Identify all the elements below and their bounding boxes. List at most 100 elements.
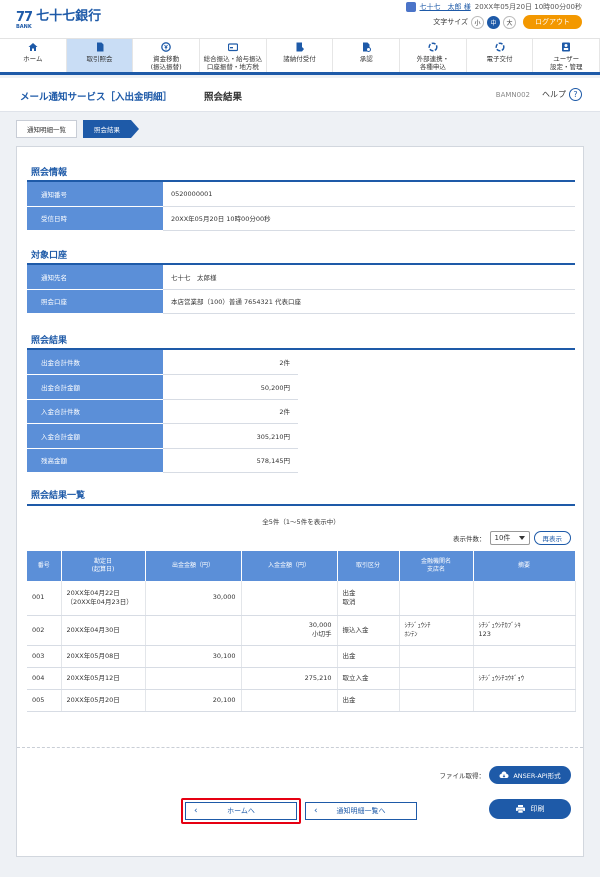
nav-label: 取引照会 (86, 55, 113, 63)
notice-list-button[interactable]: ‹ 通知明細一覧へ (305, 802, 417, 820)
cell-memo (473, 689, 576, 712)
breadcrumb-current: 照会結果 (83, 120, 139, 138)
font-size-controls: 文字サイズ 小 中 大 ログアウト (433, 15, 582, 29)
per-page-select[interactable]: 10件 (489, 531, 530, 545)
table-row: 003 20XX年05月08日 30,100 出金 (27, 645, 576, 668)
yen-icon (161, 42, 172, 52)
cell-memo (473, 645, 576, 668)
cell-deposit (241, 645, 338, 668)
table-header-row: 番号 勘定日 (起算日) 出金金額（円） 入金金額（円） 取引区分 金融機関名 … (27, 551, 576, 581)
label-deposit-total: 入金合計金額 (27, 423, 163, 449)
link-icon (428, 42, 438, 52)
result-count: 全5件（1～5件を表示中） (262, 518, 340, 526)
col-header-bank: 金融機関名 支店名 (399, 551, 474, 581)
cell-withdrawal: 30,100 (145, 645, 242, 668)
printer-icon (515, 805, 525, 813)
nav-label: 承認 (359, 55, 373, 63)
user-name[interactable]: 七十七 太郎 様 (420, 2, 471, 12)
cell-bank (399, 689, 474, 712)
link-icon (494, 42, 505, 52)
nav-home[interactable]: ホーム (0, 39, 67, 72)
nav-label: 諸納付受付 (283, 55, 316, 63)
cloud-download-icon (499, 771, 509, 778)
document-icon (95, 42, 105, 52)
approve-icon (361, 42, 372, 52)
cell-number: 001 (27, 581, 62, 616)
cell-type: 出金 取消 (337, 581, 400, 616)
value-deposit-count: 2件 (163, 399, 298, 424)
section-divider (27, 504, 575, 506)
cell-bank (399, 667, 474, 690)
cell-withdrawal (145, 615, 242, 646)
label-withdrawal-total: 出金合計金額 (27, 374, 163, 400)
col-header-date: 勘定日 (起算日) (61, 551, 146, 581)
cell-withdrawal: 30,000 (145, 581, 242, 616)
per-page-value: 10件 (494, 534, 511, 542)
user-settings-icon (561, 42, 571, 52)
global-nav: ホーム 取引照会 資金移動 (振込振替) 総合振込・給与振込 口座振替・地方税 … (0, 38, 600, 75)
nav-label: 外部連携・ 各種申込 (416, 55, 450, 71)
section-title-results: 照会結果 (31, 336, 68, 346)
cell-number: 002 (27, 615, 62, 646)
font-size-label: 文字サイズ (433, 18, 468, 26)
cell-date: 20XX年05月20日 (61, 689, 146, 712)
nav-label: 電子交付 (486, 55, 513, 63)
nav-external-link[interactable]: 外部連携・ 各種申込 (400, 39, 467, 72)
screen-code: BAMN002 (495, 91, 530, 99)
value-deposit-total: 305,210円 (163, 423, 298, 449)
logout-button[interactable]: ログアウト (523, 15, 582, 29)
cell-bank: ｼﾁｼﾞｭｳｼﾁ ﾎﾝﾃﾝ (399, 615, 474, 646)
nav-bulk-transfer[interactable]: 総合振込・給与振込 口座振替・地方税 (200, 39, 267, 72)
cell-date: 20XX年05月12日 (61, 667, 146, 690)
nav-label: 総合振込・給与振込 口座振替・地方税 (203, 55, 263, 71)
cell-date: 20XX年04月30日 (61, 615, 146, 646)
nav-funds-transfer[interactable]: 資金移動 (振込振替) (133, 39, 201, 72)
file-download-label: ファイル取得： (439, 772, 486, 780)
cell-number: 003 (27, 645, 62, 668)
nav-label: 資金移動 (振込振替) (150, 55, 182, 71)
font-size-small-button[interactable]: 小 (471, 15, 484, 29)
table-row: 001 20XX年04月22日 （20XX年04月23日） 30,000 出金 … (27, 581, 576, 616)
label-notice-number: 通知番号 (27, 182, 163, 207)
home-button-label: ホームへ (227, 807, 255, 815)
col-header-number: 番号 (27, 551, 62, 581)
table-row: 002 20XX年04月30日 30,000 小切手 振込入金 ｼﾁｼﾞｭｳｼﾁ… (27, 615, 576, 646)
anser-api-download-button[interactable]: ANSER-API形式 (489, 766, 571, 784)
cell-deposit (241, 689, 338, 712)
cell-number: 004 (27, 667, 62, 690)
col-header-deposit: 入金金額（円） (241, 551, 338, 581)
logo-mark: 77 (16, 10, 33, 25)
nav-e-delivery[interactable]: 電子交付 (467, 39, 534, 72)
cell-date: 20XX年04月22日 （20XX年04月23日） (61, 581, 146, 616)
value-account: 本店営業部（100）普通 7654321 代表口座 (163, 289, 575, 314)
chevron-left-icon: ‹ (314, 806, 318, 816)
logo-bank-text: BANK (16, 24, 32, 30)
font-size-large-button[interactable]: 大 (503, 15, 516, 29)
value-recipient: 七十七 太郎様 (163, 265, 575, 290)
breadcrumb-notice-list[interactable]: 通知明細一覧 (16, 120, 77, 138)
cell-number: 005 (27, 689, 62, 712)
cell-type: 出金 (337, 645, 400, 668)
per-page-label: 表示件数： (453, 535, 486, 543)
font-size-medium-button[interactable]: 中 (487, 15, 500, 29)
nav-approval[interactable]: 承認 (333, 39, 401, 72)
col-header-type: 取引区分 (337, 551, 400, 581)
title-bar: メール通知サービス［入出金明細］ 照会結果 BAMN002 ヘルプ ? (0, 78, 600, 112)
label-withdrawal-count: 出金合計件数 (27, 350, 163, 375)
redisplay-button[interactable]: 再表示 (533, 531, 571, 545)
nav-payments[interactable]: 諸納付受付 (267, 39, 334, 72)
section-title-inquiry-info: 照会情報 (31, 168, 68, 178)
nav-transactions[interactable]: 取引照会 (66, 39, 134, 72)
label-deposit-count: 入金合計件数 (27, 399, 163, 424)
cell-memo: ｼﾁｼﾞｭｳｼﾁｶﾌﾞｼｷ 123 (473, 615, 576, 646)
nav-user-settings[interactable]: ユーザー 設定・管理 (533, 39, 600, 72)
cell-type: 取立入金 (337, 667, 400, 690)
section-title-result-list: 照会結果一覧 (31, 491, 86, 501)
home-button[interactable]: ‹ ホームへ (185, 802, 297, 820)
main-panel: 照会情報 通知番号 0520000001 受信日時 20XX年05月20日 10時0… (16, 146, 584, 857)
bank-logo[interactable]: 77 BANK 七十七銀行 (16, 10, 101, 31)
help-link[interactable]: ヘルプ ? (542, 88, 582, 101)
results-table: 出金合計件数 2件 出金合計金額 50,200円 入金合計件数 2件 入金合計金額 30… (27, 350, 575, 473)
footer-divider (17, 747, 583, 748)
print-button[interactable]: 印刷 (489, 799, 571, 819)
